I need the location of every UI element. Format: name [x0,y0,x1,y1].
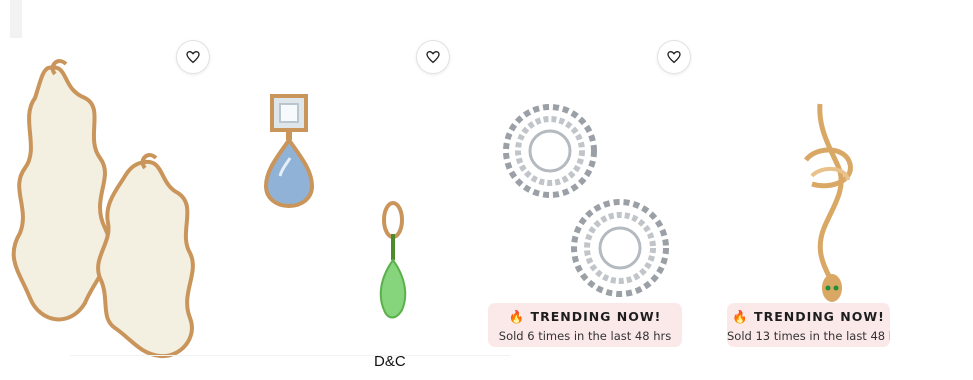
badge-title-row: 🔥 TRENDING NOW! [727,309,890,325]
product-card[interactable] [230,38,460,360]
heart-outline-icon [426,50,440,64]
favorite-button[interactable] [657,40,691,74]
flame-icon: 🔥 [732,309,749,324]
badge-subtitle: Sold 6 times in the last 48 hrs [498,329,672,343]
badge-title-row: 🔥 TRENDING NOW! [488,309,682,325]
product-image[interactable] [0,38,230,360]
earring-right [96,159,195,359]
sunburst-left [503,104,597,198]
flame-icon: 🔥 [508,309,526,324]
favorite-button[interactable] [416,40,450,74]
product-card[interactable] [0,38,230,360]
card-divider [70,355,510,356]
earring-left [11,65,112,322]
product-card[interactable]: 🔥 TRENDING NOW! Sold 13 times in the las… [720,38,890,360]
badge-title: TRENDING NOW! [530,309,662,324]
trending-badge: 🔥 TRENDING NOW! Sold 13 times in the las… [727,303,890,347]
top-divider [10,0,22,38]
favorite-button[interactable] [176,40,210,74]
badge-subtitle: Sold 13 times in the last 48 hrs [727,329,890,343]
product-card[interactable]: 🔥 TRENDING NOW! Sold 6 times in the last… [470,38,700,360]
product-image[interactable] [230,38,460,360]
trending-badge: 🔥 TRENDING NOW! Sold 6 times in the last… [488,303,682,347]
heart-outline-icon [667,50,681,64]
sunburst-right [571,199,669,297]
product-brand[interactable]: D&C [374,353,406,370]
badge-title: TRENDING NOW! [754,309,885,324]
heart-outline-icon [186,50,200,64]
